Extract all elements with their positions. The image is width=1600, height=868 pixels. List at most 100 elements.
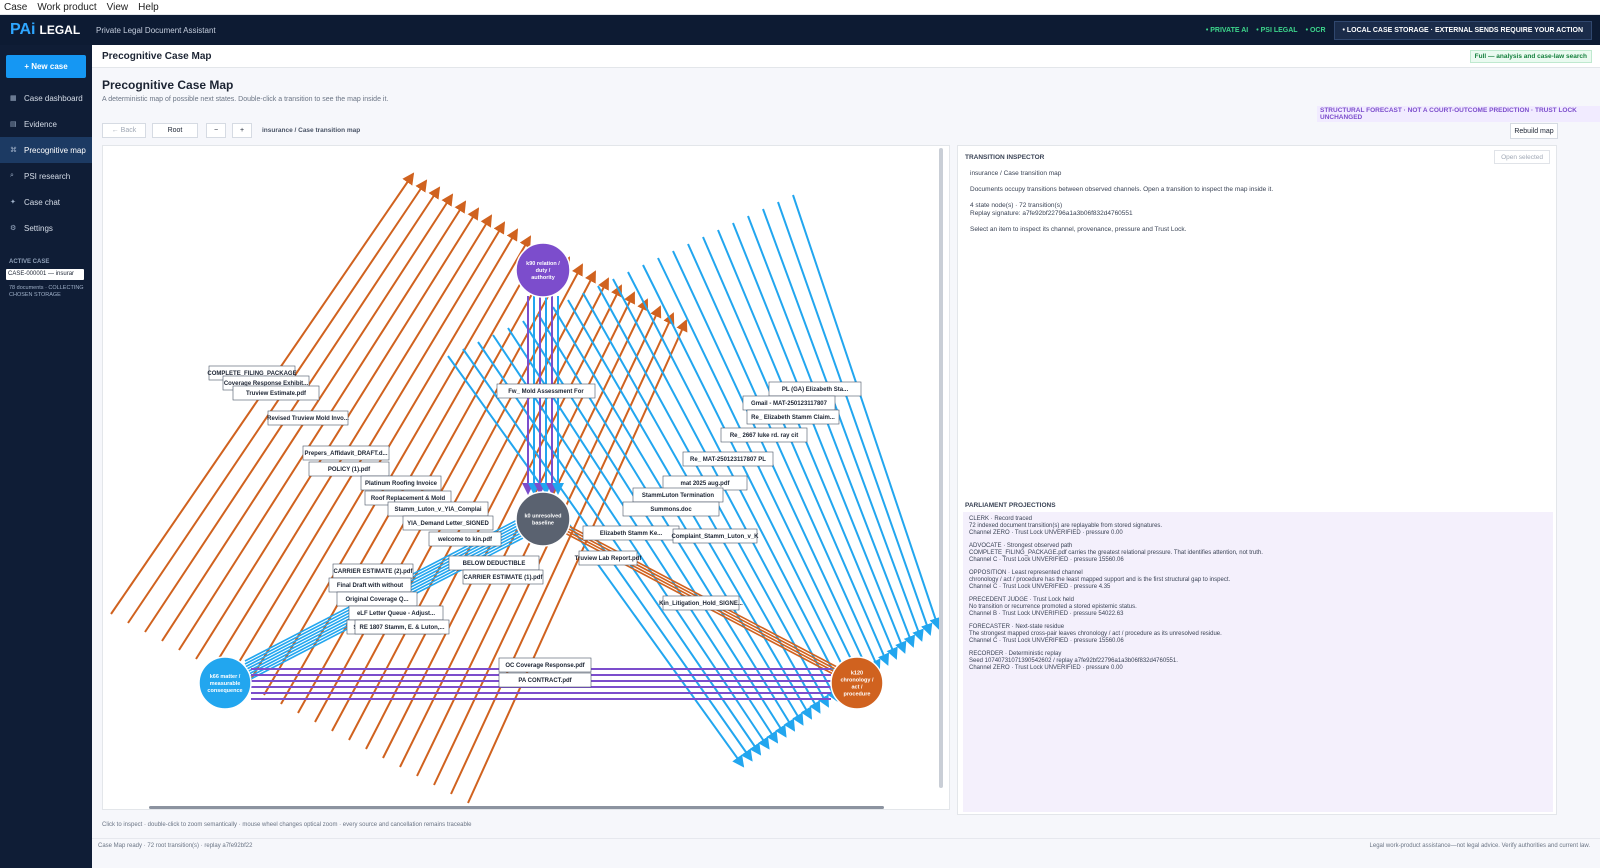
sidebar-item-evidence[interactable]: ▤ Evidence — [0, 111, 92, 137]
sidebar-item-case-dashboard[interactable]: ▦ Case dashboard — [0, 85, 92, 111]
document-label[interactable]: welcome to kin.pdf — [437, 537, 493, 543]
text-line: CLERK · Record traced — [969, 516, 1033, 522]
menu-view[interactable]: View — [107, 2, 129, 13]
mode-badge: Full — analysis and case-law search — [1469, 49, 1592, 63]
status-bar: Case Map ready · 72 root transition(s) ·… — [92, 838, 1600, 852]
text-line: 4 state node(s) · 72 transition(s) — [970, 202, 1063, 209]
node-label-line: authority — [531, 275, 555, 281]
document-label[interactable]: Original Coverage Q... — [345, 597, 408, 603]
document-label[interactable]: Re_ 2667 luke rd. ray cit — [730, 433, 798, 439]
text-line: Channel ZERO · Trust Lock UNVERIFIED · p… — [969, 530, 1123, 536]
horizontal-scrollbar[interactable] — [149, 806, 884, 809]
document-label[interactable]: Truview Lab Report.pdf — [575, 556, 643, 562]
document-label[interactable]: Elizabeth Stamm Ke... — [600, 531, 663, 537]
document-label[interactable]: Revised Truview Mold Invo... — [267, 416, 349, 422]
document-label[interactable]: Final Draft with without — [337, 583, 403, 589]
document-label[interactable]: Re_ MAT-250123117807 PL — [690, 457, 766, 463]
research-icon: ⌕ — [10, 172, 14, 179]
text-line: The strongest mapped cross-pair leaves c… — [969, 631, 1222, 637]
brand-pai: PAi — [10, 21, 36, 38]
document-label[interactable]: Truview Estimate.pdf — [246, 391, 307, 397]
active-case-info: 78 documents · COLLECTING CHOSEN STORAGE — [9, 285, 84, 298]
text-line: Channel ZERO · Trust Lock UNVERIFIED · p… — [969, 665, 1123, 671]
menu-work-product[interactable]: Work product — [37, 2, 96, 13]
document-label[interactable]: Kin_Litigation_Hold_SIGNE... — [659, 601, 743, 607]
text-line: Seed 10740731071390542602 / replay a7fe9… — [969, 658, 1178, 664]
page-header: Precognitive Case Map Full — analysis an… — [92, 45, 1600, 68]
document-label[interactable]: POLICY (1).pdf — [328, 467, 371, 473]
private-ai-pill: • PRIVATE AI — [1205, 26, 1249, 34]
text-line: Channel C · Trust Lock UNVERIFIED · pres… — [969, 638, 1124, 644]
map-help-text: Click to inspect · double-click to zoom … — [102, 822, 472, 828]
sidebar-item-case-chat[interactable]: ✦ Case chat — [0, 189, 92, 215]
text-line: Channel C · Trust Lock UNVERIFIED · pres… — [969, 584, 1111, 590]
node-label-line: measurable — [210, 681, 241, 687]
document-label[interactable]: Re_ Elizabeth Stamm Claim... — [751, 415, 835, 421]
document-label[interactable]: Roof Replacement & Mold — [371, 496, 446, 502]
transition-inspector: TRANSITION INSPECTOR Open selected insur… — [957, 145, 1557, 815]
document-label[interactable]: OC Coverage Response.pdf — [505, 663, 585, 669]
document-label[interactable]: Gmail - MAT-250123117807 — [751, 401, 828, 407]
state-node-label[interactable]: k66 matter / measurable consequence — [207, 674, 242, 694]
forecast-badge: STRUCTURAL FORECAST · NOT A COURT-OUTCOM… — [1317, 106, 1600, 122]
new-case-button[interactable]: + New case — [6, 55, 86, 78]
document-label[interactable]: CARRIER ESTIMATE (1).pdf — [464, 575, 544, 581]
inspector-body: insurance / Case transition map Documents… — [970, 170, 1550, 234]
sidebar-item-psi-research[interactable]: ⌕ PSI research — [0, 163, 92, 189]
node-label-line: baseline — [532, 521, 554, 527]
case-map-canvas[interactable]: COMPLETE_FILING_PACKAGE Coverage Response… — [102, 145, 950, 810]
gear-icon: ⚙ — [10, 225, 17, 232]
document-label[interactable]: CARRIER ESTIMATE (2).pdf — [334, 569, 414, 575]
document-label[interactable]: Complaint_Stamm_Luton_v_K — [671, 534, 759, 540]
page-description: A deterministic map of possible next sta… — [102, 96, 389, 103]
vertical-scrollbar[interactable] — [939, 148, 943, 788]
page-title: Precognitive Case Map — [102, 78, 234, 92]
node-label-line: act / — [851, 685, 862, 691]
text-line: RECORDER · Deterministic replay — [969, 651, 1062, 657]
brand-legal: LEGAL — [39, 23, 81, 37]
document-label[interactable]: YIA_Demand Letter_SIGNED — [407, 521, 489, 527]
sidebar-item-precognitive-map[interactable]: ⌘ Precognitive map — [0, 137, 92, 163]
root-button[interactable]: Root — [152, 123, 198, 138]
document-label[interactable]: mat 2025 aug.pdf — [680, 481, 730, 487]
document-label[interactable]: eLF Letter Queue - Adjust... — [357, 611, 435, 617]
document-label[interactable]: Summons.doc — [650, 507, 692, 513]
document-label[interactable]: Stamm_Luton_v_YIA_Complai — [394, 507, 481, 513]
transition-edge[interactable] — [127, 179, 428, 624]
document-label[interactable]: Fw_ Mold Assessment For — [508, 389, 584, 395]
transition-edge[interactable] — [762, 208, 924, 642]
document-label[interactable]: RE 1807 Stamm, E. & Luton,... — [359, 625, 444, 631]
text-line: Channel C · Trust Lock UNVERIFIED · pres… — [969, 557, 1124, 563]
document-label[interactable]: BELOW DEDUCTIBLE — [463, 561, 526, 567]
menu-bar: Case Work product View Help — [0, 0, 1600, 15]
document-label[interactable]: StammLuton Termination — [642, 493, 715, 499]
document-label[interactable]: PL (GA) Elizabeth Sta... — [782, 387, 849, 393]
document-label[interactable]: Prepers_Affidavit_DRAFT.d... — [304, 451, 387, 457]
text-line: 72 indexed document transition(s) are re… — [969, 523, 1163, 529]
node-label-line: procedure — [844, 692, 871, 698]
back-button[interactable]: ← Back — [102, 123, 146, 138]
open-selected-button[interactable]: Open selected — [1494, 150, 1550, 164]
menu-help[interactable]: Help — [138, 2, 159, 13]
ocr-pill: • OCR — [1305, 26, 1326, 34]
breadcrumb: insurance / Case transition map — [262, 127, 361, 134]
transition-edge[interactable] — [178, 200, 467, 651]
parliament-title: PARLIAMENT PROJECTIONS — [965, 502, 1056, 509]
top-bar: PAi LEGAL Private Legal Document Assista… — [0, 15, 1600, 45]
menu-case[interactable]: Case — [4, 2, 27, 13]
sidebar: + New case ▦ Case dashboard ▤ Evidence ⌘… — [0, 45, 92, 868]
zoom-in-button[interactable]: + — [232, 123, 252, 138]
rebuild-map-button[interactable]: Rebuild map — [1510, 123, 1558, 139]
zoom-out-button[interactable]: − — [206, 123, 226, 138]
document-label[interactable]: PA CONTRACT.pdf — [518, 678, 572, 684]
document-label[interactable]: Platinum Roofing Invoice — [365, 481, 438, 487]
text-line: ADVOCATE · Strongest observed path — [969, 543, 1073, 549]
sidebar-item-label: Precognitive map — [24, 145, 86, 155]
active-case-select[interactable]: CASE-000001 — insurar — [6, 269, 84, 280]
active-case-label: ACTIVE CASE — [9, 259, 50, 265]
node-label-line: duty / — [536, 268, 551, 274]
case-map-svg[interactable]: COMPLETE_FILING_PACKAGECoverage Response… — [103, 146, 950, 810]
sidebar-item-settings[interactable]: ⚙ Settings — [0, 215, 92, 241]
status-left: Case Map ready · 72 root transition(s) ·… — [98, 842, 253, 849]
psi-legal-pill: • PSI LEGAL — [1256, 26, 1298, 34]
